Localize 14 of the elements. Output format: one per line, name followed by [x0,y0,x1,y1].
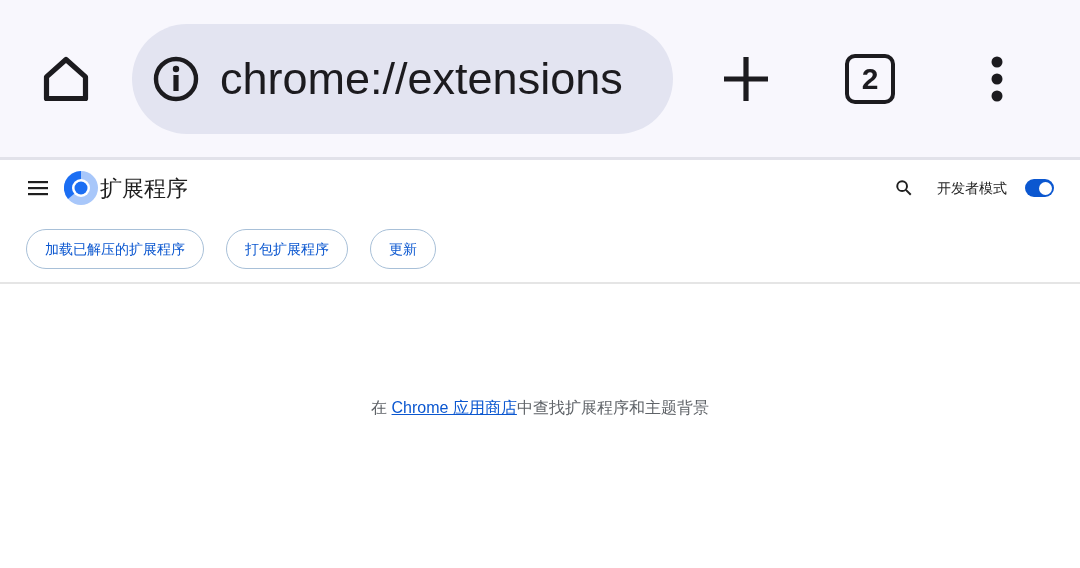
tab-count-button[interactable]: 2 [845,53,895,104]
store-link[interactable]: Chrome 应用商店 [391,399,517,416]
logo-icon [64,171,98,205]
developer-mode-label: 开发者模式 [937,178,1007,198]
url-text: chrome://extensions [220,51,623,106]
plus-icon [722,54,770,103]
more-icon [991,55,1003,102]
address-bar[interactable]: chrome://extensions [132,23,673,134]
developer-mode-toggle[interactable] [1025,179,1054,197]
search-icon[interactable] [895,179,913,197]
empty-message: 在 Chrome 应用商店中查找扩展程序和主题背景 [371,398,709,418]
info-icon [152,54,200,103]
menu-icon [28,180,48,196]
page-title: 扩展程序 [100,174,188,203]
